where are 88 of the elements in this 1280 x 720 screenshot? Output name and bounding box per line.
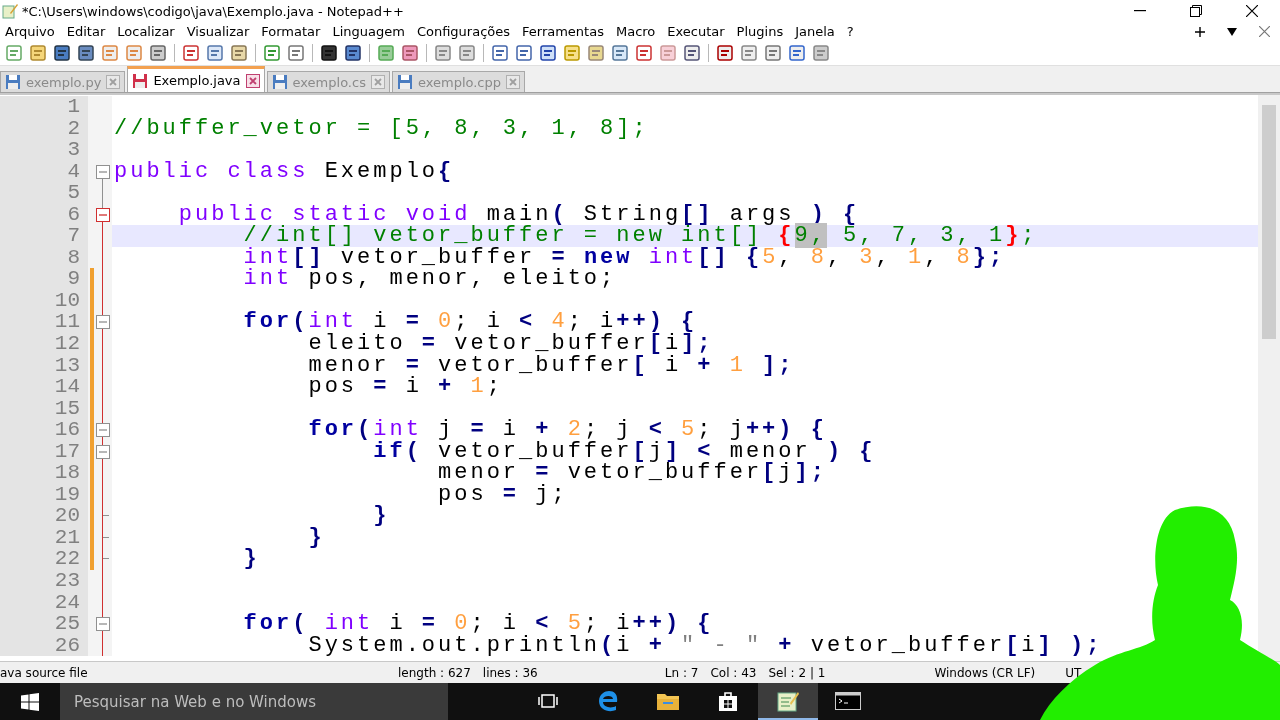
code-line: } bbox=[372, 505, 391, 527]
dropdown-triangle-icon[interactable] bbox=[1227, 27, 1237, 36]
code-line: pos = i + 1; bbox=[307, 376, 504, 398]
close-document-icon[interactable] bbox=[1259, 26, 1270, 37]
code-line: if( vetor_buffer[j] < menor ) { bbox=[372, 440, 877, 463]
line-number: 15 bbox=[0, 397, 88, 420]
code-line: eleito = vetor_buffer[i]; bbox=[307, 333, 715, 355]
line-number: 18 bbox=[0, 462, 88, 484]
menu-item[interactable]: Ferramentas bbox=[519, 24, 613, 39]
fold-toggle-icon[interactable] bbox=[96, 444, 110, 459]
terminal-icon[interactable] bbox=[835, 691, 861, 710]
line-number: 10 bbox=[0, 289, 88, 312]
line-number: 17 bbox=[0, 440, 88, 463]
menu-item[interactable]: Janela bbox=[792, 24, 844, 39]
document-length: length : 627 bbox=[397, 665, 472, 680]
notepad-app-icon bbox=[2, 3, 18, 19]
line-ending: Windows (CR LF) bbox=[933, 665, 1037, 680]
line-number: 26 bbox=[0, 634, 88, 657]
browser-icon[interactable] bbox=[597, 689, 619, 712]
menu-item[interactable]: Macro bbox=[612, 24, 665, 39]
fold-toggle-icon[interactable] bbox=[96, 423, 110, 438]
line-number: 5 bbox=[0, 182, 88, 204]
window-title: *C:\Users\windows\codigo\java\Exemplo.java - Notepad++ bbox=[22, 3, 405, 19]
code-line: public class Exemplo{ bbox=[113, 160, 456, 183]
scrollbar-thumb[interactable] bbox=[1262, 105, 1276, 339]
store-bag-icon[interactable] bbox=[718, 689, 738, 712]
close-icon[interactable] bbox=[1246, 5, 1258, 17]
minimize-icon[interactable] bbox=[1134, 10, 1146, 12]
line-number: 8 bbox=[0, 246, 88, 269]
restore-icon[interactable] bbox=[1190, 5, 1202, 17]
line-number: 1 bbox=[0, 96, 88, 118]
code-line: System.out.println(i + " - " + vetor_buffer[i] ); bbox=[307, 634, 1104, 657]
taskbar-app-button[interactable] bbox=[758, 683, 818, 720]
menu-item[interactable]: Executar bbox=[664, 24, 734, 39]
code-line: //buffer_vetor = [5, 8, 3, 1, 8]; bbox=[113, 117, 650, 140]
cursor-line: Ln : 7 bbox=[663, 665, 700, 680]
line-number: 13 bbox=[0, 354, 88, 377]
code-line: for( int i = 0; i < 5; i++) { bbox=[242, 613, 715, 635]
task-view-icon[interactable] bbox=[538, 692, 558, 709]
line-number: 11 bbox=[0, 311, 88, 333]
code-line: int pos, menor, eleito; bbox=[242, 268, 618, 290]
menu-item[interactable]: Linguagem bbox=[329, 24, 414, 39]
selection-info: Sel : 2 | 1 bbox=[767, 665, 827, 680]
line-number: 12 bbox=[0, 333, 88, 355]
line-number: 20 bbox=[0, 505, 88, 527]
code-line: pos = j; bbox=[437, 483, 569, 506]
line-number: 7 bbox=[0, 225, 88, 247]
fold-toggle-icon[interactable] bbox=[96, 617, 110, 632]
encoding: UT bbox=[1064, 665, 1083, 680]
menu-item[interactable]: Localizar bbox=[114, 24, 184, 39]
line-number: 14 bbox=[0, 376, 88, 398]
fold-toggle-icon[interactable] bbox=[96, 164, 110, 179]
code-line: int[] vetor_buffer = new int[] {5, 8, 3, 1, 8}; bbox=[242, 246, 1007, 269]
line-count: lines : 36 bbox=[481, 665, 539, 680]
menu-item[interactable]: Visualizar bbox=[183, 24, 259, 39]
menu-item[interactable]: Arquivo bbox=[2, 24, 64, 39]
line-number: 6 bbox=[0, 203, 88, 226]
menu-item[interactable]: Editar bbox=[63, 24, 115, 39]
line-number: 2 bbox=[0, 117, 88, 140]
file-type: ava source file bbox=[0, 665, 89, 680]
line-number: 4 bbox=[0, 160, 88, 183]
start-windows-icon[interactable] bbox=[21, 692, 39, 711]
code-line: menor = vetor_buffer[ i + 1 ]; bbox=[307, 354, 796, 377]
line-number: 23 bbox=[0, 570, 88, 592]
menu-item[interactable]: Formatar bbox=[258, 24, 330, 39]
file-tab[interactable]: Exemplo.java bbox=[127, 66, 265, 92]
code-line: for(int j = i + 2; j < 5; j++) { bbox=[307, 419, 828, 441]
cursor-column: Col : 43 bbox=[704, 665, 763, 680]
line-number: 24 bbox=[0, 591, 88, 614]
code-line: for(int i = 0; i < 4; i++) { bbox=[242, 311, 698, 333]
close-tab-icon[interactable] bbox=[245, 73, 260, 88]
line-number: 9 bbox=[0, 268, 88, 290]
menu-item[interactable]: Plugins bbox=[733, 24, 793, 39]
line-number: 3 bbox=[0, 139, 88, 161]
line-number: 16 bbox=[0, 419, 88, 441]
plus-icon[interactable] bbox=[1195, 26, 1205, 37]
line-number: 25 bbox=[0, 613, 88, 635]
menu-item[interactable]: Configurações bbox=[413, 24, 519, 39]
line-number: 21 bbox=[0, 526, 88, 549]
code-line: } bbox=[242, 548, 261, 571]
line-number: 19 bbox=[0, 483, 88, 506]
code-line: menor = vetor_buffer[j]; bbox=[437, 462, 828, 484]
line-number: 22 bbox=[0, 548, 88, 571]
taskbar-search-field[interactable]: Pesquisar na Web e no Windows bbox=[60, 683, 448, 720]
fold-toggle-icon[interactable] bbox=[96, 207, 110, 222]
code-line: } bbox=[307, 526, 326, 549]
fold-toggle-icon[interactable] bbox=[96, 315, 110, 330]
menu-item[interactable]: ? bbox=[843, 24, 863, 39]
